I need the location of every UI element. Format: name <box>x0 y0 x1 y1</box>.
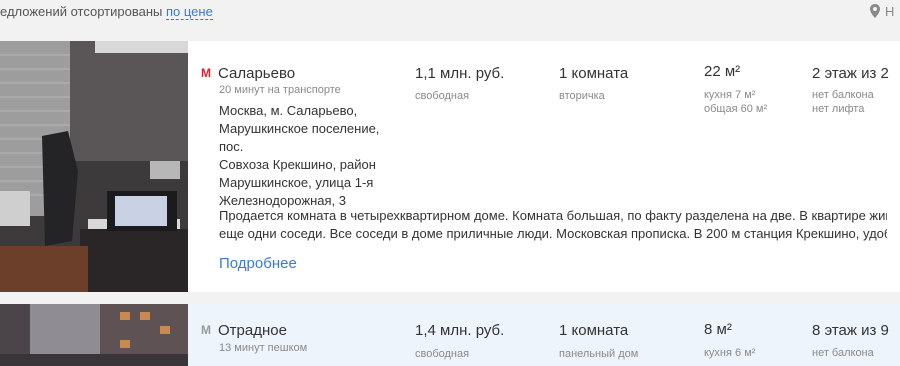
kitchen-area: кухня 7 м² <box>704 89 756 101</box>
travel-time: 20 минут на транспорте <box>219 84 341 96</box>
listing-area: 8 м² <box>704 321 732 338</box>
elevator-info: нет лифта <box>812 103 865 115</box>
sort-caption-text: едложений отсортированы <box>0 4 163 19</box>
metro-station[interactable]: M Саларьево <box>201 65 295 82</box>
listing-area: 22 м² <box>704 63 741 80</box>
market-type: вторичка <box>559 90 605 102</box>
listing-price: 1,4 млн. руб. <box>415 322 505 339</box>
floor-info: 8 этаж из 9 <box>812 322 889 339</box>
listing-description: Продается комната в четырехквартирном до… <box>219 207 887 243</box>
total-area: общая 60 м² <box>704 103 768 115</box>
map-toggle[interactable]: Н <box>870 4 894 19</box>
listing-card[interactable]: M Отрадное 13 минут пешком 1,4 млн. руб. … <box>0 304 900 366</box>
price-status: свободная <box>415 90 470 102</box>
listing-price: 1,1 млн. руб. <box>415 65 505 82</box>
map-toggle-label: Н <box>885 4 895 19</box>
balcony-info: нет балкона <box>812 347 874 359</box>
details-link[interactable]: Подробнее <box>219 255 297 272</box>
sort-caption: едложений отсортированы по цене <box>0 4 213 20</box>
metro-station-name: Саларьево <box>218 65 296 82</box>
price-status: свободная <box>415 348 470 360</box>
listing-photo[interactable] <box>0 41 188 292</box>
sort-bar: едложений отсортированы по цене Н <box>0 0 900 26</box>
map-pin-icon <box>870 4 880 18</box>
kitchen-area: кухня 6 м² <box>704 347 756 359</box>
sort-by-price-link[interactable]: по цене <box>165 4 213 20</box>
listing-card[interactable]: M Саларьево 20 минут на транспорте Москва… <box>0 41 900 292</box>
floor-info: 2 этаж из 2 <box>812 65 889 82</box>
room-count: 1 комната <box>559 65 629 82</box>
address-line: Совхоза Крекшино, район <box>219 157 376 172</box>
address-line: Москва, м. Саларьево, <box>219 103 358 118</box>
address-line: Марушкинское, улица 1-я <box>219 175 374 190</box>
description-line: еще одни соседи. Все соседи в доме прили… <box>219 226 887 241</box>
listing-photo[interactable] <box>0 304 188 366</box>
metro-icon: M <box>201 323 211 337</box>
room-count: 1 комната <box>559 322 629 339</box>
balcony-info: нет балкона <box>812 89 874 101</box>
travel-time: 13 минут пешком <box>219 342 308 354</box>
metro-station[interactable]: M Отрадное <box>201 322 287 339</box>
address-line: Марушкинское поселение, пос. <box>219 121 380 154</box>
metro-station-name: Отрадное <box>218 322 287 339</box>
building-type: панельный дом <box>559 348 639 360</box>
description-line: Продается комната в четырехквартирном до… <box>219 208 887 223</box>
metro-icon: M <box>201 66 211 80</box>
listing-address: Москва, м. Саларьево, Марушкинское посел… <box>219 102 404 210</box>
